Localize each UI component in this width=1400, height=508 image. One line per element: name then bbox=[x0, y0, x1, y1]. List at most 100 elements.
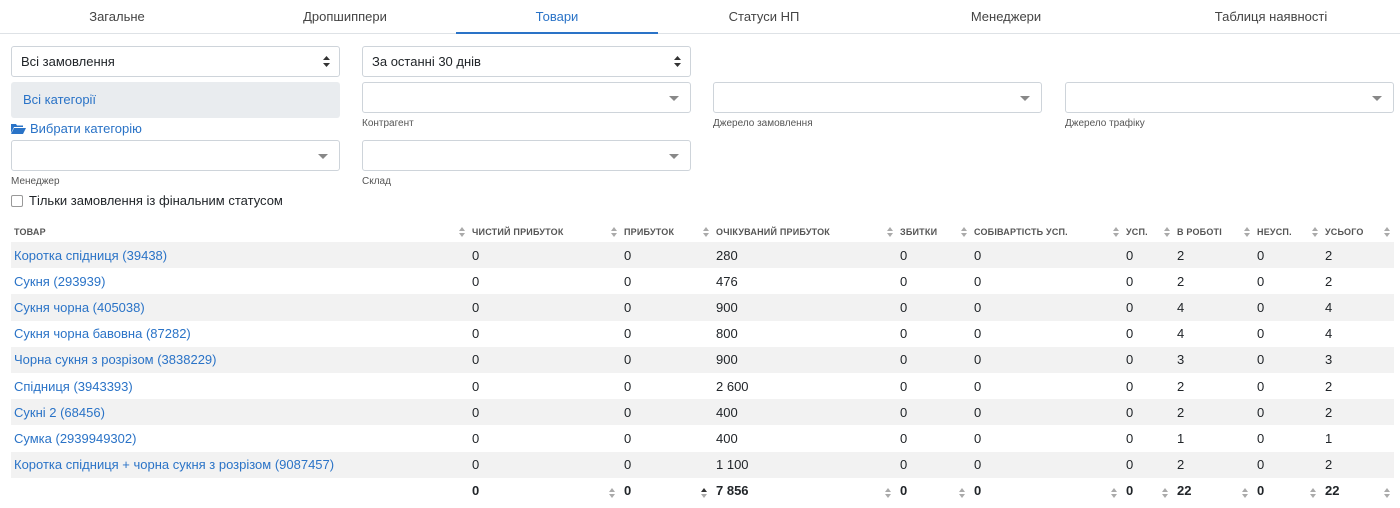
orders-select-value: Всі замовлення bbox=[21, 54, 115, 69]
tab-stock-table[interactable]: Таблиця наявності bbox=[1142, 0, 1400, 34]
profit-cell: 0 bbox=[621, 242, 713, 269]
header-losses[interactable]: Збитки bbox=[897, 221, 971, 242]
period-select[interactable]: За останні 30 днів bbox=[362, 46, 691, 77]
losses-cell: 0 bbox=[897, 242, 971, 269]
expected-profit-total: 7 856 bbox=[701, 478, 897, 504]
chevron-down-icon bbox=[669, 96, 679, 101]
warehouse-select[interactable] bbox=[362, 140, 691, 171]
traffic-source-select[interactable] bbox=[1065, 82, 1394, 113]
tab-products[interactable]: Товари bbox=[456, 0, 658, 34]
profit-cell: 0 bbox=[624, 378, 632, 394]
manager-select[interactable] bbox=[11, 140, 340, 171]
product-cell: Спідниця (3943393) bbox=[11, 373, 469, 399]
categories-box[interactable]: Всі категорії bbox=[11, 82, 340, 118]
total-total-value: 22 bbox=[1325, 483, 1340, 499]
tab-np-statuses[interactable]: Статуси НП bbox=[658, 0, 870, 34]
header-expected-profit-label: Очікуваний прибуток bbox=[716, 226, 830, 237]
header-net-profit-label: Чистий прибуток bbox=[472, 226, 564, 237]
sort-icon[interactable] bbox=[1164, 226, 1170, 237]
success-total-value: 0 bbox=[1126, 483, 1134, 499]
losses-total-value: 0 bbox=[900, 483, 908, 499]
total-cell: 1 bbox=[1325, 430, 1333, 446]
header-failed[interactable]: Неусп. bbox=[1254, 221, 1322, 242]
tab-bar: Загальне Дропшиппери Товари Статуси НП М… bbox=[0, 0, 1400, 34]
product-link[interactable]: Чорна сукня з розрізом (3838229) bbox=[14, 352, 217, 367]
net-profit-cell: 0 bbox=[472, 378, 480, 394]
sort-icon[interactable] bbox=[1162, 486, 1168, 498]
sort-icon[interactable] bbox=[1312, 226, 1318, 237]
header-failed-label: Неусп. bbox=[1257, 226, 1292, 237]
header-expected-profit[interactable]: Очікуваний прибуток bbox=[713, 221, 897, 242]
folder-open-icon bbox=[11, 124, 26, 134]
product-link[interactable]: Сукні 2 (68456) bbox=[14, 405, 105, 420]
in-progress-cell: 2 bbox=[1174, 242, 1254, 269]
sort-icon[interactable] bbox=[961, 226, 967, 237]
net-profit-cell: 0 bbox=[472, 273, 480, 289]
product-cell: Коротка спідниця + чорна сукня з розрізо… bbox=[11, 451, 469, 478]
table-row: Коротка спідниця (39438) 0 0 280 0 0 0 2 0 2 bbox=[11, 242, 1394, 269]
order-source-select[interactable] bbox=[713, 82, 1042, 113]
sort-icon[interactable] bbox=[1242, 486, 1248, 498]
losses-cell: 0 bbox=[897, 346, 971, 373]
product-link[interactable]: Коротка спідниця (39438) bbox=[14, 248, 167, 263]
sort-icon[interactable] bbox=[701, 486, 707, 498]
sort-icon[interactable] bbox=[459, 226, 465, 237]
in-progress-cell: 3 bbox=[1174, 346, 1254, 373]
tab-general[interactable]: Загальне bbox=[0, 0, 234, 34]
expected-profit-cell: 400 bbox=[716, 430, 738, 446]
header-in-progress[interactable]: В роботі bbox=[1174, 221, 1254, 242]
sort-icon[interactable] bbox=[1244, 226, 1250, 237]
counterparty-select[interactable] bbox=[362, 82, 691, 113]
header-total[interactable]: Усього bbox=[1322, 221, 1394, 242]
total-cell: 2 bbox=[1322, 242, 1394, 269]
net-profit-total: 0 bbox=[469, 478, 621, 504]
product-link[interactable]: Спідниця (3943393) bbox=[14, 379, 133, 394]
failed-cell: 0 bbox=[1257, 378, 1265, 394]
warehouse-label: Склад bbox=[362, 176, 391, 187]
orders-select[interactable]: Всі замовлення bbox=[11, 46, 340, 77]
success-cell: 0 bbox=[1123, 346, 1174, 373]
sort-desc-icon[interactable] bbox=[887, 226, 893, 237]
total-total: 22 bbox=[1310, 478, 1394, 504]
sort-icon[interactable] bbox=[885, 486, 891, 498]
cost-success-cell: 0 bbox=[971, 346, 1123, 373]
sort-icon[interactable] bbox=[1310, 486, 1316, 498]
header-net-profit[interactable]: Чистий прибуток bbox=[469, 221, 621, 242]
products-table: Товар Чистий прибуток Прибуток Очікуваний п… bbox=[11, 221, 1394, 504]
product-link[interactable]: Коротка спідниця + чорна сукня з розрізо… bbox=[14, 457, 334, 472]
expected-profit-cell: 800 bbox=[716, 326, 738, 342]
table-row: Сукня (293939) 0 0 476 0 0 0 2 0 2 bbox=[11, 268, 1394, 294]
sort-icon[interactable] bbox=[611, 226, 617, 237]
net-profit-cell: 0 bbox=[472, 326, 480, 342]
header-success[interactable]: Усп. bbox=[1123, 221, 1174, 242]
sort-icon[interactable] bbox=[609, 486, 615, 498]
sort-icon[interactable] bbox=[703, 226, 709, 237]
product-link[interactable]: Сумка (2939949302) bbox=[14, 431, 136, 446]
product-link[interactable]: Сукня чорна бавовна (87282) bbox=[14, 326, 191, 341]
header-profit[interactable]: Прибуток bbox=[621, 221, 713, 242]
success-cell: 0 bbox=[1126, 326, 1134, 342]
product-link[interactable]: Сукня чорна (405038) bbox=[14, 300, 145, 315]
success-cell: 0 bbox=[1123, 294, 1174, 321]
totals-row: 0 0 7 856 0 0 0 22 0 22 bbox=[11, 478, 1394, 504]
sort-icon[interactable] bbox=[1384, 226, 1390, 237]
header-cost-success[interactable]: Собівартість усп. bbox=[971, 221, 1123, 242]
failed-cell: 0 bbox=[1257, 326, 1265, 342]
success-cell: 0 bbox=[1123, 399, 1174, 426]
profit-cell: 0 bbox=[624, 326, 632, 342]
sort-icon[interactable] bbox=[959, 486, 965, 498]
sort-icon[interactable] bbox=[1384, 486, 1390, 498]
header-product[interactable]: Товар bbox=[11, 221, 469, 242]
choose-category-link[interactable]: Вибрати категорію bbox=[11, 121, 142, 136]
profit-cell: 0 bbox=[621, 451, 713, 478]
success-cell: 0 bbox=[1123, 451, 1174, 478]
final-status-checkbox[interactable] bbox=[11, 194, 23, 207]
tab-managers[interactable]: Менеджери bbox=[870, 0, 1142, 34]
failed-cell: 0 bbox=[1257, 430, 1265, 446]
product-link[interactable]: Сукня (293939) bbox=[14, 274, 105, 289]
sort-icon[interactable] bbox=[1111, 486, 1117, 498]
sort-icon[interactable] bbox=[1113, 226, 1119, 237]
in-progress-cell: 2 bbox=[1177, 273, 1185, 289]
total-cell: 2 bbox=[1325, 378, 1333, 394]
tab-dropshippers[interactable]: Дропшиппери bbox=[234, 0, 456, 34]
